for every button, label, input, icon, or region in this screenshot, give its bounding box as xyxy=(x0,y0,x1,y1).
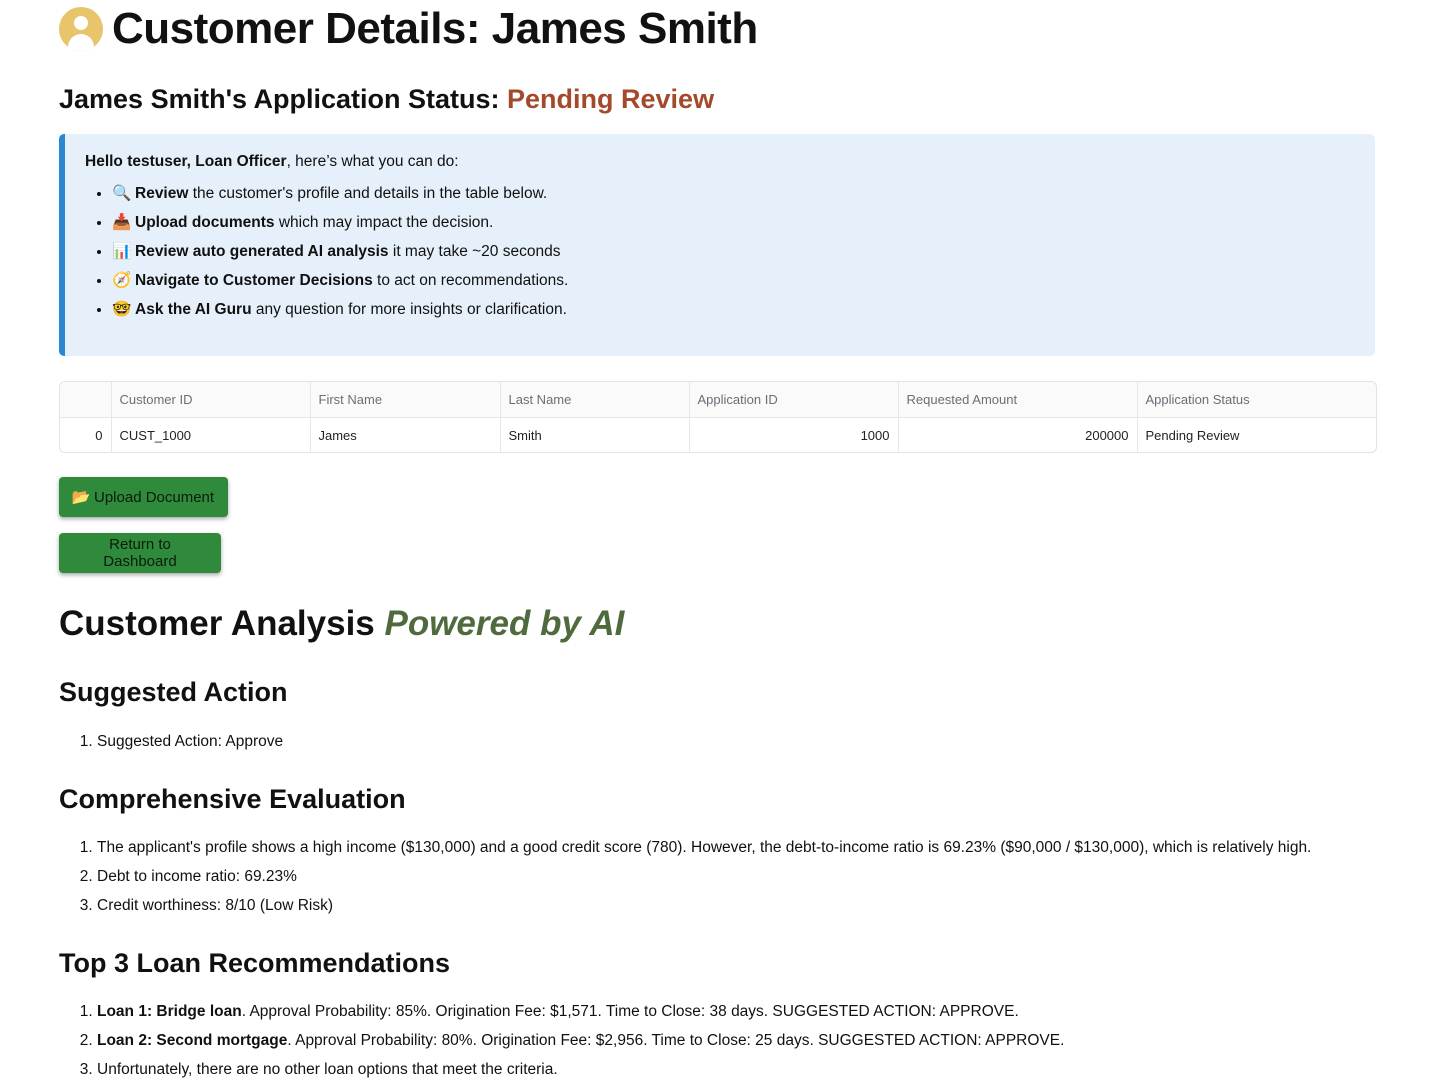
upload-document-button[interactable]: 📂 Upload Document xyxy=(59,477,228,517)
column-header-application-status[interactable]: Application Status xyxy=(1137,382,1376,418)
list-item: Loan 2: Second mortgage. Approval Probab… xyxy=(97,1029,1064,1058)
action-list: 🔍Review the customer's profile and detai… xyxy=(85,181,1355,326)
list-item: Loan 1: Bridge loan. Approval Probabilit… xyxy=(97,1000,1064,1029)
return-to-dashboard-label: Return to Dashboard xyxy=(103,536,177,570)
action-item-text: to act on recommendations. xyxy=(372,272,569,289)
action-item-text: any question for more insights or clarif… xyxy=(251,301,567,318)
loan-recommendations-list: Loan 1: Bridge loan. Approval Probabilit… xyxy=(59,1000,1064,1087)
table-header-row: Customer ID First Name Last Name Applica… xyxy=(60,382,1376,418)
action-item-upload: 📥Upload documents which may impact the d… xyxy=(112,210,1355,239)
suggested-action-heading: Suggested Action xyxy=(59,677,288,707)
action-item-bold: Upload documents xyxy=(135,214,275,231)
bar-chart-icon: 📊 xyxy=(112,242,132,260)
list-item: Debt to income ratio: 69.23% xyxy=(97,865,1311,894)
action-item-bold: Review auto generated AI analysis xyxy=(135,243,389,260)
action-item-bold: Review xyxy=(135,185,189,202)
upload-document-label: Upload Document xyxy=(94,488,215,506)
loan-details: . Approval Probability: 80%. Origination… xyxy=(287,1032,1065,1049)
column-header-application-id[interactable]: Application ID xyxy=(689,382,899,418)
action-item-bold: Ask the AI Guru xyxy=(135,301,252,318)
column-header-requested-amount[interactable]: Requested Amount xyxy=(898,382,1138,418)
loan-name: Loan 1: Bridge loan xyxy=(97,1003,242,1020)
customer-analysis-heading: Customer Analysis Powered by AI xyxy=(59,604,624,644)
evaluation-list: The applicant's profile shows a high inc… xyxy=(59,836,1311,923)
inbox-tray-icon: 📥 xyxy=(112,213,132,231)
cell-customer-id[interactable]: CUST_1000 xyxy=(111,417,311,452)
loan-name: Loan 2: Second mortgage xyxy=(97,1032,288,1049)
loan-details: Unfortunately, there are no other loan o… xyxy=(97,1061,558,1078)
action-item-text: which may impact the decision. xyxy=(274,214,494,231)
list-item: Credit worthiness: 8/10 (Low Risk) xyxy=(97,894,1311,923)
greeting-bold: Hello testuser, Loan Officer xyxy=(85,153,287,170)
action-item-ask: 🤓Ask the AI Guru any question for more i… xyxy=(112,297,1355,326)
page-title: Customer Details: James Smith xyxy=(59,4,758,54)
column-header-index[interactable] xyxy=(60,382,112,418)
suggested-action-list: Suggested Action: Approve xyxy=(59,730,283,759)
cell-first-name[interactable]: James xyxy=(310,417,501,452)
cell-index[interactable]: 0 xyxy=(60,417,112,452)
magnifier-icon: 🔍 xyxy=(112,184,132,202)
application-status-heading: James Smith's Application Status: Pendin… xyxy=(59,84,714,115)
loan-recommendations-heading: Top 3 Loan Recommendations xyxy=(59,948,451,978)
info-callout: Hello testuser, Loan Officer, here’s wha… xyxy=(59,134,1375,356)
status-prefix: James Smith's Application Status: xyxy=(59,84,508,114)
cell-last-name[interactable]: Smith xyxy=(500,417,690,452)
loan-details: . Approval Probability: 85%. Origination… xyxy=(241,1003,1019,1020)
column-header-first-name[interactable]: First Name xyxy=(310,382,501,418)
comprehensive-evaluation-heading: Comprehensive Evaluation xyxy=(59,784,406,814)
list-item: Unfortunately, there are no other loan o… xyxy=(97,1058,1064,1087)
customer-data-table[interactable]: Customer ID First Name Last Name Applica… xyxy=(59,381,1377,453)
status-value: Pending Review xyxy=(507,84,715,114)
list-item: Suggested Action: Approve xyxy=(97,730,283,759)
action-item-text: it may take ~20 seconds xyxy=(388,243,561,260)
action-item-navigate: 🧭Navigate to Customer Decisions to act o… xyxy=(112,268,1355,297)
column-header-last-name[interactable]: Last Name xyxy=(500,382,690,418)
user-avatar-icon xyxy=(59,7,103,51)
nerd-face-icon: 🤓 xyxy=(112,300,132,318)
compass-icon: 🧭 xyxy=(112,271,132,289)
cell-application-id[interactable]: 1000 xyxy=(689,417,899,452)
greeting-rest: , here’s what you can do: xyxy=(286,153,459,170)
action-item-text: the customer's profile and details in th… xyxy=(188,185,548,202)
folder-icon: 📂 xyxy=(71,488,91,506)
action-item-analysis: 📊Review auto generated AI analysis it ma… xyxy=(112,239,1355,268)
list-item: The applicant's profile shows a high inc… xyxy=(97,836,1311,865)
greeting: Hello testuser, Loan Officer, here’s wha… xyxy=(85,153,1355,171)
return-to-dashboard-button[interactable]: Return to Dashboard xyxy=(59,533,221,573)
cell-requested-amount[interactable]: 200000 xyxy=(898,417,1138,452)
column-header-customer-id[interactable]: Customer ID xyxy=(111,382,311,418)
table-row[interactable]: 0 CUST_1000 James Smith 1000 200000 Pend… xyxy=(60,417,1376,453)
powered-by-ai: Powered by AI xyxy=(384,604,625,643)
cell-application-status[interactable]: Pending Review xyxy=(1137,418,1376,453)
analysis-title: Customer Analysis xyxy=(59,604,385,643)
action-item-review: 🔍Review the customer's profile and detai… xyxy=(112,181,1355,210)
action-item-bold: Navigate to Customer Decisions xyxy=(135,272,373,289)
page-title-text: Customer Details: James Smith xyxy=(112,4,758,53)
